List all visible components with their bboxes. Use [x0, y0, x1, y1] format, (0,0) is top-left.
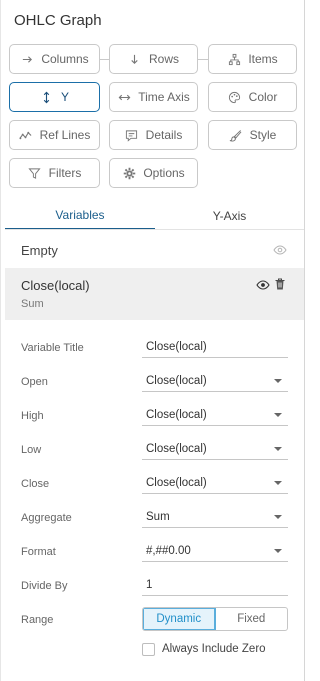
selected-variable-row[interactable]: Close(local) Sum: [5, 268, 304, 320]
rows-label: Rows: [148, 52, 179, 66]
options-button[interactable]: Options: [109, 158, 198, 188]
close-select-value: Close(local): [146, 477, 207, 489]
chevron-down-icon: [274, 379, 282, 383]
settings-tabs: Variables Y-Axis: [5, 202, 304, 230]
color-label: Color: [248, 90, 278, 104]
filters-label: Filters: [48, 166, 82, 180]
vertical-arrows-icon: [40, 90, 54, 104]
tabs-divider: [5, 229, 304, 230]
items-button[interactable]: Items: [208, 44, 297, 74]
format-select[interactable]: #,##0.00: [142, 540, 288, 562]
time-axis-label: Time Axis: [138, 90, 190, 104]
chevron-down-icon: [274, 413, 282, 417]
chip-connector: [100, 59, 109, 60]
chip-connector: [198, 59, 208, 60]
chevron-down-icon: [274, 549, 282, 553]
eye-icon[interactable]: [273, 243, 287, 257]
time-axis-button[interactable]: Time Axis: [109, 82, 198, 112]
ref-lines-label: Ref Lines: [39, 128, 91, 142]
comment-icon: [125, 128, 139, 142]
aggregate-label: Aggregate: [21, 512, 72, 524]
tab-y-axis[interactable]: Y-Axis: [155, 202, 304, 230]
ref-lines-button[interactable]: Ref Lines: [9, 120, 100, 150]
items-label: Items: [248, 52, 278, 66]
variable-title-label: Variable Title: [21, 342, 84, 354]
details-label: Details: [145, 128, 183, 142]
empty-variable-label: Empty: [21, 242, 58, 258]
arrow-down-icon: [128, 52, 142, 66]
always-include-zero-label: Always Include Zero: [162, 643, 266, 655]
close-select[interactable]: Close(local): [142, 472, 288, 494]
options-label: Options: [143, 166, 185, 180]
low-select[interactable]: Close(local): [142, 438, 288, 460]
filter-icon: [28, 166, 42, 180]
high-label: High: [21, 410, 44, 422]
range-label: Range: [21, 614, 54, 626]
line-chart-icon: [19, 128, 33, 142]
high-select[interactable]: Close(local): [142, 404, 288, 426]
columns-button[interactable]: Columns: [9, 44, 100, 74]
panel-title: OHLC Graph: [14, 12, 102, 29]
chevron-down-icon: [274, 447, 282, 451]
divide-by-label: Divide By: [21, 580, 68, 592]
chevron-down-icon: [274, 481, 282, 485]
close-label: Close: [21, 478, 50, 490]
arrow-right-icon: [20, 52, 34, 66]
open-select[interactable]: Close(local): [142, 370, 288, 392]
low-label: Low: [21, 444, 42, 456]
y-button[interactable]: Y: [9, 82, 100, 112]
aggregate-select-value: Sum: [146, 511, 170, 523]
trash-icon[interactable]: [273, 277, 287, 291]
range-toggle: Dynamic Fixed: [142, 607, 288, 631]
chevron-down-icon: [274, 515, 282, 519]
divide-by-input[interactable]: 1: [142, 574, 288, 596]
filters-button[interactable]: Filters: [9, 158, 100, 188]
y-label: Y: [60, 90, 69, 104]
aggregate-select[interactable]: Sum: [142, 506, 288, 528]
always-include-zero-checkbox[interactable]: [142, 642, 155, 656]
variable-empty-row[interactable]: Empty: [5, 233, 304, 267]
open-select-value: Close(local): [146, 375, 207, 387]
color-button[interactable]: Color: [208, 82, 297, 112]
horizontal-arrows-icon: [117, 90, 131, 104]
details-button[interactable]: Details: [109, 120, 198, 150]
gear-icon: [122, 166, 136, 180]
variable-title-input[interactable]: Close(local): [142, 336, 288, 358]
tab-variables[interactable]: Variables: [5, 202, 155, 230]
open-label: Open: [21, 376, 48, 388]
columns-label: Columns: [41, 52, 89, 66]
brush-icon: [229, 128, 243, 142]
format-label: Format: [21, 546, 56, 558]
range-fixed-option[interactable]: Fixed: [216, 608, 288, 630]
selected-variable-name: Close(local): [21, 278, 90, 293]
eye-icon[interactable]: [256, 278, 270, 292]
style-button[interactable]: Style: [208, 120, 297, 150]
always-include-zero-option[interactable]: Always Include Zero: [142, 641, 266, 657]
style-label: Style: [249, 128, 277, 142]
hierarchy-icon: [227, 52, 241, 66]
selected-variable-aggregation: Sum: [21, 298, 44, 310]
high-select-value: Close(local): [146, 409, 207, 421]
low-select-value: Close(local): [146, 443, 207, 455]
palette-icon: [228, 90, 242, 104]
range-dynamic-option[interactable]: Dynamic: [143, 608, 216, 630]
format-select-value: #,##0.00: [146, 545, 191, 557]
rows-button[interactable]: Rows: [109, 44, 198, 74]
